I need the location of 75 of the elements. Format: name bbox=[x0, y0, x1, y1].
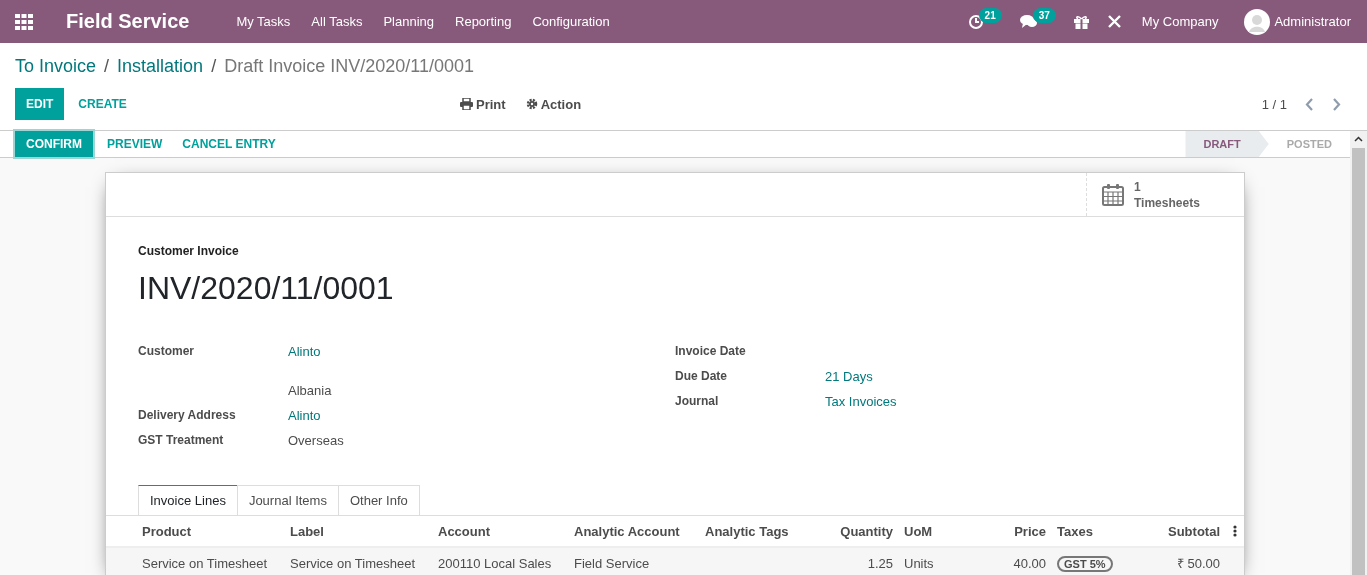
gear-icon bbox=[525, 98, 538, 110]
notebook-tab[interactable]: Other Info bbox=[337, 485, 420, 515]
user-avatar[interactable] bbox=[1244, 8, 1271, 35]
clock-icon[interactable] bbox=[967, 13, 984, 30]
breadcrumb-separator: / bbox=[104, 56, 110, 77]
timesheets-label: Timesheets bbox=[1134, 194, 1200, 211]
timesheet-count: 1 bbox=[1134, 178, 1142, 195]
breadcrumb[interactable]: To Invoice bbox=[15, 56, 97, 77]
field-value[interactable]: Tax Invoices bbox=[825, 393, 1212, 410]
column-header[interactable]: UoM bbox=[899, 523, 938, 539]
column-header[interactable]: Subtotal bbox=[1163, 523, 1226, 539]
menu-item[interactable]: Planning bbox=[383, 14, 434, 29]
menu-item[interactable]: My Tasks bbox=[236, 14, 291, 29]
header-button[interactable]: PREVIEW bbox=[101, 132, 169, 156]
field-value: Overseas bbox=[288, 432, 345, 449]
field-label: Due Date bbox=[675, 368, 728, 385]
gift-icon[interactable] bbox=[1073, 14, 1089, 29]
previous-icon[interactable] bbox=[1305, 97, 1314, 111]
more-options-icon[interactable] bbox=[1233, 525, 1237, 537]
menu-item[interactable]: All Tasks bbox=[311, 14, 363, 29]
field-label: Journal bbox=[675, 393, 720, 410]
table-cell-text: 1.25 bbox=[866, 555, 894, 571]
table-cell-text: ₹ 50.00 bbox=[1175, 555, 1221, 572]
table-cell-text: Units bbox=[903, 555, 935, 571]
print-button[interactable]: Print bbox=[457, 94, 509, 114]
current-page-title: Draft Invoice INV/2020/11/0001 bbox=[224, 56, 474, 77]
breadcrumb[interactable]: Installation bbox=[117, 56, 204, 77]
table-cell-text: Service on Timesheet bbox=[289, 555, 416, 571]
column-header[interactable]: Account bbox=[433, 523, 495, 539]
field-label: Delivery Address bbox=[138, 407, 237, 424]
timesheets-smart-button[interactable]: 1 Timesheets bbox=[1086, 173, 1244, 216]
document-type: Customer Invoice bbox=[138, 244, 240, 258]
field-label: Customer bbox=[138, 343, 195, 360]
pager-counter: 1 / 1 bbox=[1261, 96, 1287, 112]
scrollbar[interactable] bbox=[1350, 131, 1367, 575]
menu-item[interactable]: Reporting bbox=[455, 14, 512, 29]
breadcrumb-separator: / bbox=[211, 56, 217, 77]
scroll-up-icon[interactable] bbox=[1354, 136, 1363, 142]
printer-icon bbox=[460, 98, 473, 110]
create-button[interactable]: CREATE bbox=[68, 88, 137, 120]
next-icon[interactable] bbox=[1332, 97, 1341, 111]
column-header[interactable]: Label bbox=[285, 523, 329, 539]
column-header[interactable]: Quantity bbox=[835, 523, 899, 539]
status-stage[interactable]: DRAFT bbox=[1185, 131, 1269, 157]
field-label: GST Treatment bbox=[138, 432, 225, 449]
field-value[interactable]: Alinto bbox=[288, 343, 675, 360]
activity-count-badge: 21 bbox=[978, 7, 1002, 23]
table-cell-text: Field Service bbox=[573, 555, 651, 571]
field-label: Invoice Date bbox=[675, 343, 747, 360]
calendar-icon bbox=[1102, 183, 1124, 206]
column-header[interactable]: Analytic Tags bbox=[700, 523, 794, 539]
table-cell-text: Service on Timesheet bbox=[141, 555, 268, 571]
column-header[interactable]: Price bbox=[1009, 523, 1052, 539]
field-value[interactable]: 21 Days bbox=[825, 368, 1212, 385]
user-menu[interactable]: Administrator bbox=[1274, 14, 1351, 29]
tax-tag: GST 5% bbox=[1057, 555, 1113, 572]
app-title[interactable]: Field Service bbox=[66, 10, 190, 33]
table-cell-text: 200110 Local Sales bbox=[437, 555, 553, 571]
column-header[interactable]: Taxes bbox=[1052, 523, 1098, 539]
column-header[interactable]: Product bbox=[137, 523, 197, 539]
apps-menu-icon[interactable] bbox=[15, 13, 33, 30]
header-button[interactable]: CANCEL ENTRY bbox=[176, 132, 282, 156]
menu-item[interactable]: Configuration bbox=[532, 14, 610, 29]
notebook-tab[interactable]: Invoice Lines bbox=[138, 485, 238, 515]
invoice-number: INV/2020/11/0001 bbox=[138, 270, 395, 307]
column-header[interactable]: Analytic Account bbox=[569, 523, 685, 539]
company-switcher[interactable]: My Company bbox=[1141, 14, 1219, 29]
chat-icon[interactable] bbox=[1019, 14, 1038, 29]
action-button[interactable]: Action bbox=[522, 94, 585, 114]
field-value[interactable]: Alinto bbox=[288, 407, 675, 424]
table-cell-text: 40.00 bbox=[1012, 555, 1047, 571]
address-line: Albania bbox=[288, 382, 333, 399]
edit-button[interactable]: EDIT bbox=[15, 88, 65, 120]
message-count-badge: 37 bbox=[1032, 8, 1056, 23]
header-button[interactable]: CONFIRM bbox=[15, 131, 93, 157]
